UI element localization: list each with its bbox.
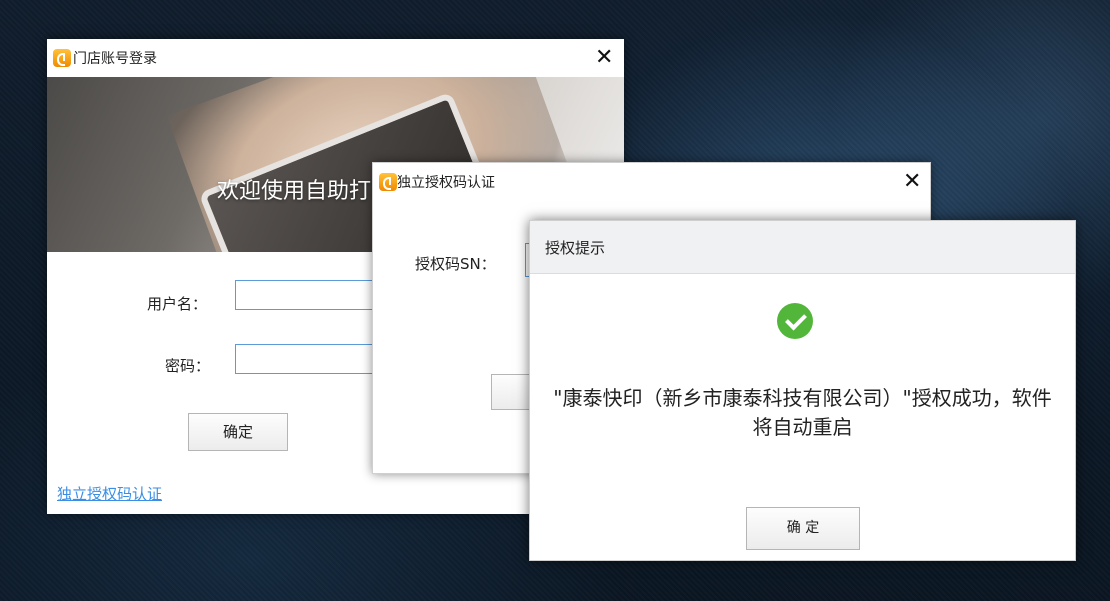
app-logo-icon bbox=[53, 49, 71, 67]
sn-close-icon[interactable]: ✕ bbox=[903, 171, 921, 193]
success-check-icon bbox=[777, 303, 813, 339]
auth-titlebar: 授权提示 bbox=[530, 221, 1075, 274]
password-input[interactable] bbox=[235, 344, 375, 374]
auth-success-message: "康泰快印（新乡市康泰科技有限公司）"授权成功，软件将自动重启 bbox=[553, 386, 1052, 439]
sn-auth-link[interactable]: 独立授权码认证 bbox=[57, 483, 162, 504]
username-label: 用户名： bbox=[147, 295, 208, 313]
auth-confirm-button[interactable]: 确 定 bbox=[746, 507, 860, 550]
password-label: 密码： bbox=[165, 357, 211, 375]
login-confirm-button[interactable]: 确定 bbox=[188, 413, 288, 451]
auth-dialog-title: 授权提示 bbox=[545, 239, 606, 257]
login-close-icon[interactable]: ✕ bbox=[595, 47, 613, 69]
login-window-title: 门店账号登录 bbox=[73, 51, 157, 67]
username-input[interactable] bbox=[235, 280, 375, 310]
auth-prompt-dialog: 授权提示 "康泰快印（新乡市康泰科技有限公司）"授权成功，软件将自动重启 确 定 bbox=[529, 220, 1076, 561]
sn-window-title: 独立授权码认证 bbox=[397, 175, 495, 191]
login-titlebar: 门店账号登录 ✕ bbox=[47, 39, 624, 77]
sn-titlebar: 独立授权码认证 ✕ bbox=[373, 163, 930, 201]
sn-app-logo-icon bbox=[379, 173, 397, 191]
sn-label: 授权码SN： bbox=[415, 255, 496, 273]
